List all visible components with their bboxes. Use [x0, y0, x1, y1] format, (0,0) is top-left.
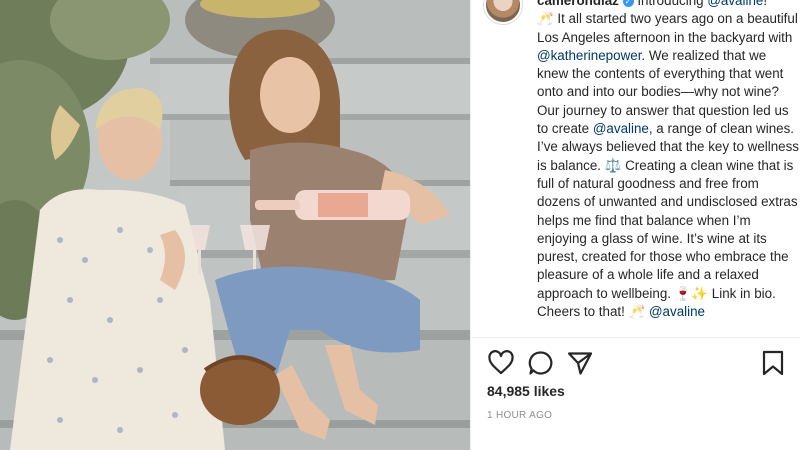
avatar[interactable] — [484, 0, 522, 24]
author-username[interactable]: camerondiaz — [537, 0, 619, 8]
caption-text: , a range of clean wines. I’ve always be… — [537, 121, 800, 320]
photo-illustration — [0, 0, 470, 450]
caption-text: 🥂 It all started two years ago on a beau… — [537, 11, 798, 45]
post-timestamp: 1 HOUR AGO — [487, 410, 553, 421]
mention-link[interactable]: @avaline — [593, 121, 649, 136]
verified-badge-icon: ✓ — [622, 0, 634, 7]
likes-count[interactable]: 84,985 likes — [487, 383, 565, 399]
post-photo[interactable] — [0, 0, 470, 450]
mention-link[interactable]: @avaline — [649, 304, 705, 319]
caption-intro: Introducing — [633, 0, 708, 8]
post-actions — [487, 349, 787, 377]
share-icon[interactable] — [566, 349, 594, 377]
comment-icon[interactable] — [527, 349, 555, 377]
divider — [471, 337, 800, 338]
caption-area: camerondiaz ✓ Introducing @avaline! 🥂 It… — [471, 0, 800, 336]
bookmark-icon[interactable] — [759, 349, 787, 377]
heart-icon[interactable] — [487, 349, 515, 377]
caption-text: ! — [763, 0, 768, 8]
post-caption: camerondiaz ✓ Introducing @avaline! 🥂 It… — [537, 0, 799, 321]
mention-link[interactable]: @katherinepower — [537, 48, 641, 63]
mention-link[interactable]: @avaline — [707, 0, 763, 8]
post-details-panel: camerondiaz ✓ Introducing @avaline! 🥂 It… — [470, 0, 800, 450]
